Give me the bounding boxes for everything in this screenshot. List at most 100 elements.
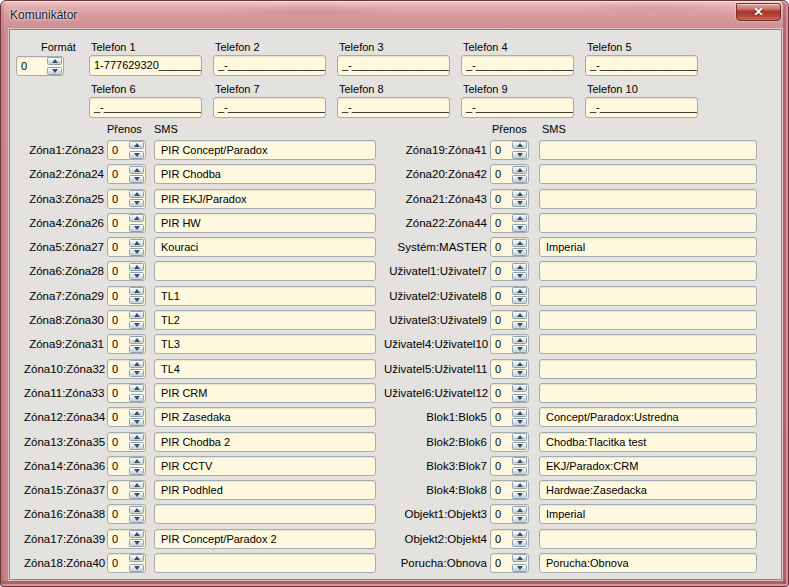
sms-input[interactable]: TL3 [154, 334, 376, 354]
spinner-down-button[interactable] [129, 515, 144, 523]
spinner-down-button[interactable] [512, 321, 527, 329]
spinner-up-button[interactable] [129, 287, 144, 295]
spinner-up-button[interactable] [129, 409, 144, 417]
sms-input[interactable]: PIR Chodba [154, 164, 376, 184]
prenos-spinner[interactable]: 0 [490, 432, 529, 452]
sms-input[interactable] [539, 164, 757, 184]
spinner-down-button[interactable] [129, 539, 144, 547]
prenos-spinner[interactable]: 0 [490, 310, 529, 330]
sms-input[interactable]: PIR CCTV [154, 456, 376, 476]
spinner-down-button[interactable] [512, 272, 527, 280]
prenos-spinner[interactable]: 0 [490, 383, 529, 403]
spinner-up-button[interactable] [129, 336, 144, 344]
prenos-spinner[interactable]: 0 [107, 286, 146, 306]
prenos-spinner[interactable]: 0 [490, 286, 529, 306]
title-bar[interactable]: Komunikátor ✕ [1, 1, 788, 29]
spinner-down-button[interactable] [129, 369, 144, 377]
spinner-up-button[interactable] [512, 554, 527, 562]
sms-input[interactable]: PIR Concept/Paradox 2 [154, 529, 376, 549]
prenos-spinner[interactable]: 0 [107, 432, 146, 452]
sms-input[interactable]: PIR Concept/Paradox [154, 140, 376, 160]
phone-input[interactable]: _-____________________ [337, 55, 450, 76]
prenos-spinner[interactable]: 0 [490, 456, 529, 476]
prenos-spinner[interactable]: 0 [107, 480, 146, 500]
spinner-down-button[interactable] [129, 199, 144, 207]
sms-input[interactable]: Hardwae:Zasedacka [539, 480, 757, 500]
sms-input[interactable] [154, 553, 376, 573]
sms-input[interactable] [154, 261, 376, 281]
spinner-up-button[interactable] [512, 214, 527, 222]
prenos-spinner[interactable]: 0 [490, 359, 529, 379]
spinner-up-button[interactable] [129, 263, 144, 271]
sms-input[interactable]: Imperial [539, 237, 757, 257]
close-button[interactable]: ✕ [736, 3, 781, 21]
spinner-down-button[interactable] [129, 491, 144, 499]
spinner-up-button[interactable] [512, 263, 527, 271]
spinner-down-button[interactable] [512, 491, 527, 499]
spinner-up-button[interactable] [512, 481, 527, 489]
spinner-down-button[interactable] [129, 321, 144, 329]
spinner-down-button[interactable] [129, 296, 144, 304]
prenos-spinner[interactable]: 0 [107, 261, 146, 281]
prenos-spinner[interactable]: 0 [107, 359, 146, 379]
prenos-spinner[interactable]: 0 [490, 261, 529, 281]
prenos-spinner[interactable]: 0 [107, 456, 146, 476]
spinner-down-button[interactable] [129, 442, 144, 450]
spinner-down-button[interactable] [129, 151, 144, 159]
spinner-up-button[interactable] [129, 141, 144, 149]
sms-input[interactable] [539, 383, 757, 403]
spinner-down-button[interactable] [129, 175, 144, 183]
spinner-down-button[interactable] [129, 345, 144, 353]
sms-input[interactable] [539, 359, 757, 379]
spinner-up-button[interactable] [129, 506, 144, 514]
phone-input[interactable]: _-____________________ [585, 97, 698, 118]
spinner-up-button[interactable] [47, 57, 62, 65]
prenos-spinner[interactable]: 0 [107, 189, 146, 209]
phone-input[interactable]: _-____________________ [585, 55, 698, 76]
spinner-down-button[interactable] [129, 224, 144, 232]
prenos-spinner[interactable]: 0 [490, 213, 529, 233]
prenos-spinner[interactable]: 0 [490, 164, 529, 184]
spinner-down-button[interactable] [512, 199, 527, 207]
phone-input[interactable]: _-____________________ [213, 55, 326, 76]
spinner-down-button[interactable] [129, 467, 144, 475]
spinner-up-button[interactable] [129, 554, 144, 562]
phone-input[interactable]: _-____________________ [337, 97, 450, 118]
spinner-up-button[interactable] [512, 409, 527, 417]
prenos-spinner[interactable]: 0 [107, 310, 146, 330]
prenos-spinner[interactable]: 0 [107, 140, 146, 160]
prenos-spinner[interactable]: 0 [107, 407, 146, 427]
sms-input[interactable]: PIR CRM [154, 383, 376, 403]
prenos-spinner[interactable]: 0 [490, 189, 529, 209]
sms-input[interactable]: Porucha:Obnova [539, 553, 757, 573]
spinner-up-button[interactable] [512, 530, 527, 538]
sms-input[interactable]: PIR HW [154, 213, 376, 233]
sms-input[interactable] [539, 261, 757, 281]
spinner-down-button[interactable] [512, 394, 527, 402]
prenos-spinner[interactable]: 0 [490, 140, 529, 160]
prenos-spinner[interactable]: 0 [107, 504, 146, 524]
spinner-down-button[interactable] [47, 67, 62, 75]
spinner-down-button[interactable] [129, 564, 144, 572]
spinner-up-button[interactable] [129, 433, 144, 441]
prenos-spinner[interactable]: 0 [107, 213, 146, 233]
spinner-down-button[interactable] [512, 539, 527, 547]
prenos-spinner[interactable]: 0 [490, 237, 529, 257]
prenos-spinner[interactable]: 0 [107, 529, 146, 549]
spinner-up-button[interactable] [129, 360, 144, 368]
spinner-up-button[interactable] [129, 384, 144, 392]
prenos-spinner[interactable]: 0 [490, 334, 529, 354]
sms-input[interactable]: PIR EKJ/Paradox [154, 189, 376, 209]
sms-input[interactable]: PIR Podhled [154, 480, 376, 500]
prenos-spinner[interactable]: 0 [490, 553, 529, 573]
spinner-up-button[interactable] [129, 481, 144, 489]
prenos-spinner[interactable]: 0 [107, 237, 146, 257]
sms-input[interactable] [539, 286, 757, 306]
spinner-down-button[interactable] [129, 272, 144, 280]
format-spinner[interactable]: 0 [16, 56, 64, 76]
sms-input[interactable]: EKJ/Paradox:CRM [539, 456, 757, 476]
sms-input[interactable] [539, 189, 757, 209]
phone-input[interactable]: 1-777629320_________ [89, 55, 202, 76]
sms-input[interactable] [539, 334, 757, 354]
sms-input[interactable]: Kouraci [154, 237, 376, 257]
